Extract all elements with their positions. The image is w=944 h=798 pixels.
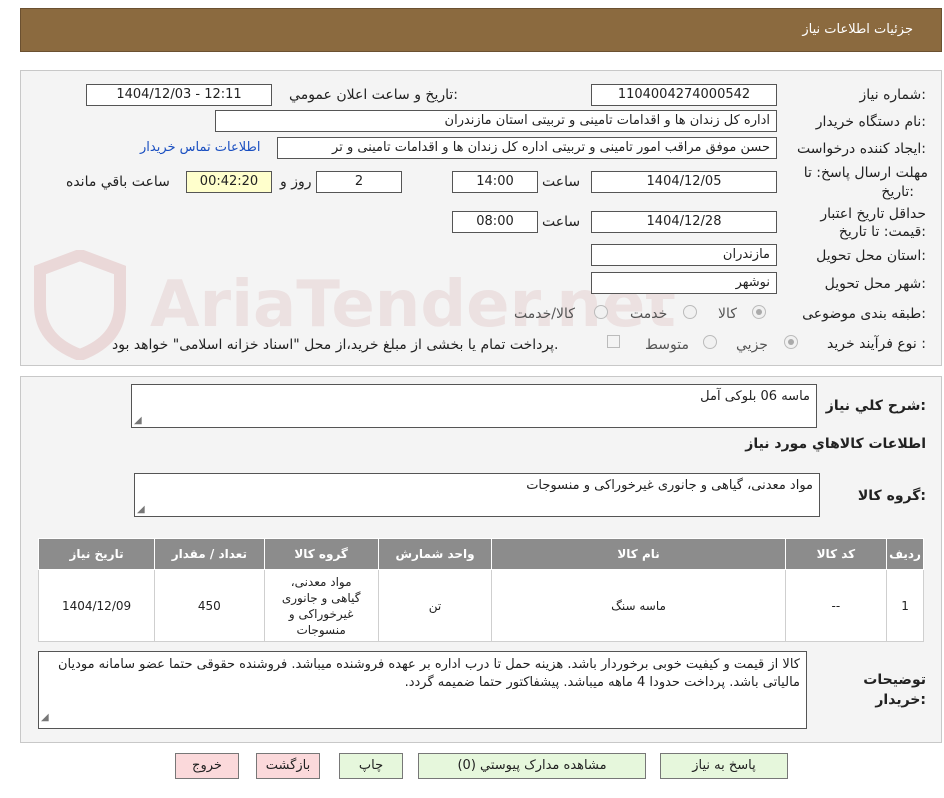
resize-grip-icon[interactable]: ◢ <box>134 415 142 426</box>
buyer-org-label: نام دستگاه خريدار: <box>815 114 926 130</box>
creator-field: حسن موفق مراقب امور تامینی و تربیتی ادار… <box>277 137 777 159</box>
cell-code: -- <box>784 569 888 642</box>
process-minor-label: جزيي <box>736 337 768 353</box>
category-service-radio[interactable] <box>683 305 697 319</box>
deadline-label: مهلت ارسال پاسخ: تا <box>803 165 928 181</box>
attachments-button[interactable]: مشاهده مدارک پيوستي (0) <box>418 753 646 779</box>
need-number-label: شماره نیاز: <box>859 87 926 103</box>
resize-grip-icon[interactable]: ◢ <box>41 709 49 727</box>
validity-time-word: ساعت <box>542 214 581 230</box>
process-medium-radio[interactable] <box>703 335 717 349</box>
goods-group-text: مواد معدنی، گیاهی و جانوری غیرخوراکی و م… <box>526 478 813 493</box>
category-goods-radio[interactable] <box>752 305 766 319</box>
process-label: نوع فرآيند خريد : <box>827 336 926 352</box>
category-both-radio[interactable] <box>594 305 608 319</box>
col-name: نام کالا <box>491 538 786 570</box>
col-qty: تعداد / مقدار <box>154 538 265 570</box>
province-field: مازندران <box>591 244 777 266</box>
col-date: تاريخ نياز <box>37 538 156 570</box>
table-row: 1 -- ماسه سنگ تن مواد معدنی، گیاهی و جان… <box>37 569 924 642</box>
days-word: روز و <box>280 174 312 190</box>
col-group: گروه کالا <box>263 538 379 570</box>
exit-button[interactable]: خروج <box>175 753 239 779</box>
buyer-contact-link[interactable]: اطلاعات تماس خریدار <box>140 140 260 155</box>
category-service-label: خدمت <box>630 306 668 322</box>
city-label: شهر محل تحويل: <box>824 276 926 292</box>
general-desc-text: ماسه 06 بلوکی آمل <box>700 389 810 404</box>
page-header: جزئیات اطلاعات نیاز <box>20 8 942 52</box>
buyer-notes-label-2: خريدار: <box>875 692 926 708</box>
reply-button[interactable]: پاسخ به نياز <box>660 753 788 779</box>
cell-name: ماسه سنگ <box>491 569 786 642</box>
validity-date-field: 1404/12/28 <box>591 211 777 233</box>
deadline-time-word: ساعت <box>542 174 581 190</box>
remaining-word: ساعت باقي مانده <box>66 174 170 190</box>
resize-grip-icon[interactable]: ◢ <box>137 504 145 515</box>
goods-group-field: مواد معدنی، گیاهی و جانوری غیرخوراکی و م… <box>134 473 820 517</box>
category-label: طبقه بندی موضوعی: <box>802 306 926 322</box>
back-button[interactable]: بازگشت <box>256 753 320 779</box>
remaining-time-field: 00:42:20 <box>186 171 272 193</box>
category-both-label: کالا/خدمت <box>514 306 575 322</box>
col-code: کد کالا <box>784 538 888 570</box>
deadline-time-field: 14:00 <box>452 171 538 193</box>
general-desc-label: شرح کلي نياز: <box>825 398 926 414</box>
validity-label-2: قيمت: تا تاريخ: <box>838 224 926 240</box>
need-number-field: 1104004274000542 <box>591 84 777 106</box>
goods-group-label: گروه کالا: <box>857 488 926 504</box>
buyer-notes-label: توضيحات <box>863 672 926 688</box>
goods-info-title: اطلاعات کالاهاي مورد نياز <box>745 436 926 452</box>
buyer-notes-field: کالا از قیمت و کیفیت خوبی برخوردار باشد.… <box>38 651 807 729</box>
page-title: جزئیات اطلاعات نیاز <box>802 22 913 37</box>
treasury-note: پرداخت تمام یا بخشی از مبلغ خرید،از محل … <box>112 337 559 353</box>
cell-row: 1 <box>886 569 924 642</box>
goods-table: رديف کد کالا نام کالا واحد شمارش گروه کا… <box>37 538 924 642</box>
days-field: 2 <box>316 171 402 193</box>
cell-unit: تن <box>377 569 493 642</box>
col-unit: واحد شمارش <box>377 538 493 570</box>
validity-label: حداقل تاريخ اعتبار <box>820 206 926 222</box>
cell-date: 1404/12/09 <box>37 569 156 642</box>
validity-time-field: 08:00 <box>452 211 538 233</box>
process-medium-label: متوسط <box>645 337 689 353</box>
province-label: استان محل تحويل: <box>816 248 926 264</box>
treasury-checkbox[interactable] <box>607 335 620 348</box>
buyer-notes-text: کالا از قیمت و کیفیت خوبی برخوردار باشد.… <box>57 657 800 690</box>
deadline-date-field: 1404/12/05 <box>591 171 777 193</box>
cell-group: مواد معدنی، گیاهی و جانوری غیرخوراکی و م… <box>263 569 379 642</box>
process-minor-radio[interactable] <box>784 335 798 349</box>
city-field: نوشهر <box>591 272 777 294</box>
buyer-org-field: اداره کل زندان ها و اقدامات تامینی و ترب… <box>215 110 777 132</box>
col-row: رديف <box>886 538 924 570</box>
announce-field: 1404/12/03 - 12:11 <box>86 84 272 106</box>
announce-label: تاریخ و ساعت اعلان عمومي: <box>289 87 458 103</box>
cell-qty: 450 <box>154 569 265 642</box>
print-button[interactable]: چاپ <box>339 753 403 779</box>
category-goods-label: کالا <box>718 306 737 322</box>
deadline-label-2: تاریخ: <box>881 184 914 200</box>
general-desc-field: ماسه 06 بلوکی آمل ◢ <box>131 384 817 428</box>
creator-label: ايجاد کننده درخواست: <box>797 141 926 157</box>
